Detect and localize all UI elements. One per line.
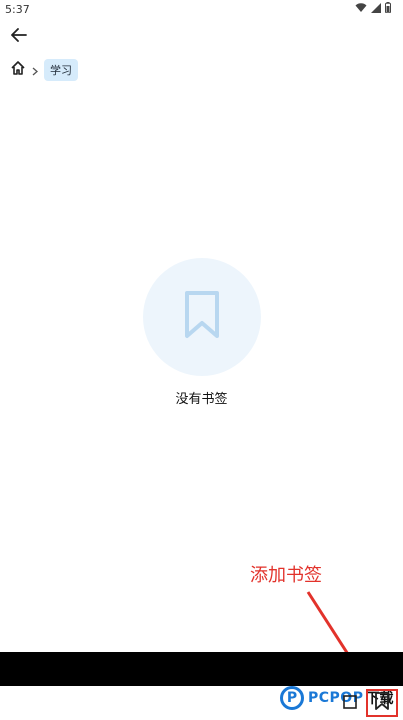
arrow-left-icon (11, 27, 27, 46)
bookmark-add-icon (374, 691, 390, 715)
status-icons (355, 2, 391, 16)
bookmark-icon (183, 290, 221, 344)
breadcrumb-current[interactable]: 学习 (44, 59, 78, 81)
empty-state-message: 没有书签 (175, 392, 228, 407)
chevron-right-icon (32, 61, 38, 80)
empty-state-illustration (143, 258, 261, 376)
breadcrumb: 学习 (10, 59, 78, 81)
home-icon[interactable] (10, 60, 26, 80)
window-icon[interactable] (343, 694, 357, 713)
watermark-logo: P (280, 686, 304, 710)
status-time: 5:37 (5, 3, 30, 16)
add-bookmark-button[interactable] (366, 689, 398, 717)
black-bar (0, 652, 403, 686)
battery-icon (385, 2, 391, 16)
wifi-icon (355, 2, 367, 16)
status-bar: 5:37 (0, 0, 403, 18)
back-button[interactable] (8, 25, 30, 47)
signal-icon (371, 2, 381, 16)
annotation-label: 添加书签 (250, 565, 322, 586)
